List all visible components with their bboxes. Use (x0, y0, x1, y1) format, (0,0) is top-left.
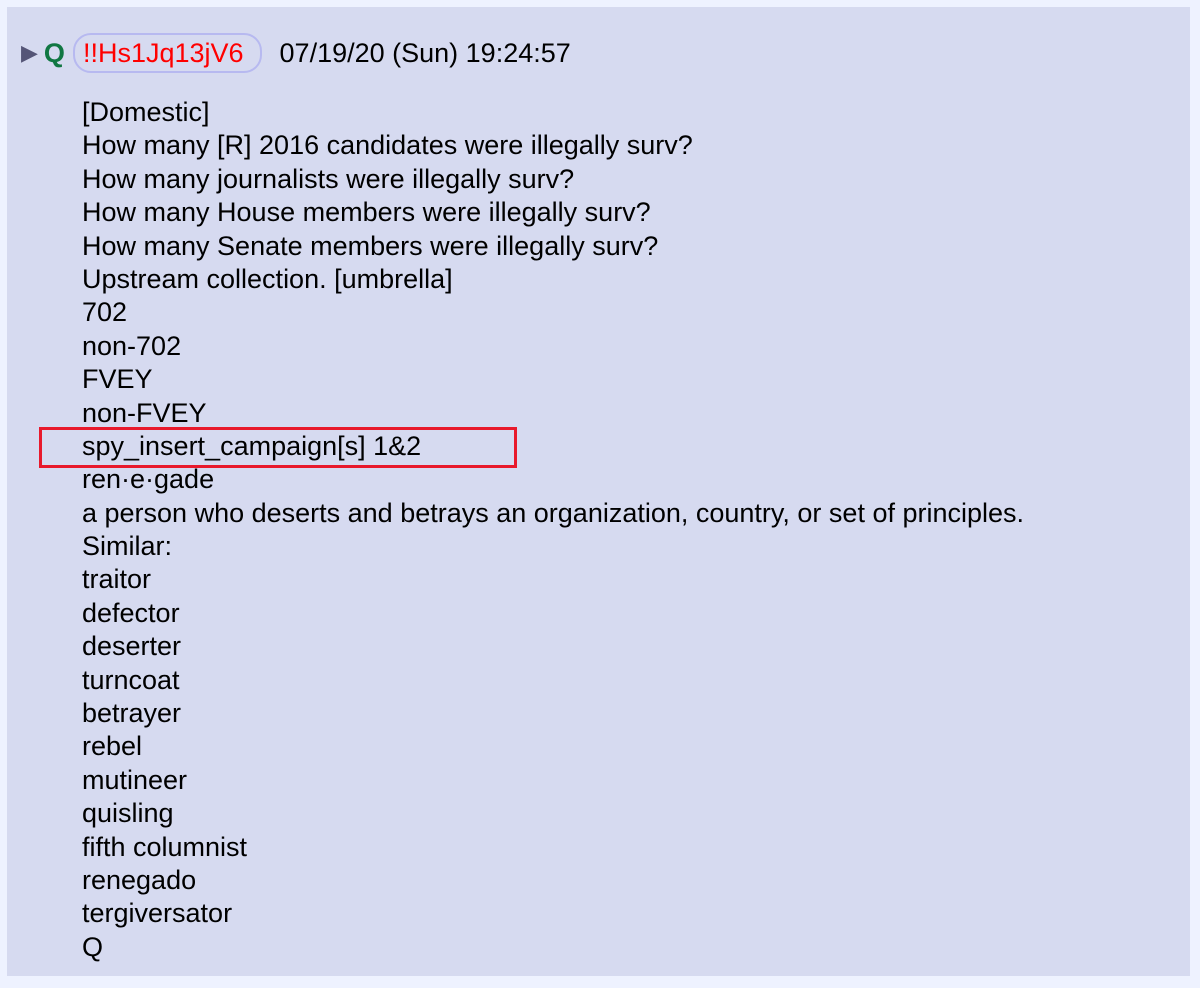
highlight-box (39, 427, 517, 468)
post-line: non-702 (82, 330, 182, 361)
post-line: quisling (82, 798, 174, 829)
poster-name: Q (43, 37, 65, 68)
post-body: [Domestic] How many [R] 2016 candidates w… (82, 96, 1024, 964)
post-timestamp: 07/19/20 (Sun) 19:24:57 (279, 37, 571, 68)
post-line: [Domestic] (82, 97, 210, 127)
expand-arrow-icon[interactable]: ▶ (21, 40, 38, 66)
post-line: ren·e·gade (82, 464, 215, 495)
post-line: rebel (82, 731, 143, 762)
post-container: ▶ Q !!Hs1Jq13jV6 07/19/20 (Sun) 19:24:57… (7, 7, 1190, 976)
post-line: deserter (82, 631, 182, 662)
post-line: How many [R] 2016 candidates were illega… (82, 130, 693, 161)
post-line: Q (82, 931, 104, 962)
post-line: a person who deserts and betrays an orga… (82, 497, 1025, 528)
tripcode: !!Hs1Jq13jV6 (72, 33, 262, 73)
post-line: turncoat (82, 664, 180, 695)
post-line: defector (82, 597, 180, 628)
post-line: How many House members were illegally su… (82, 197, 651, 228)
post-line: 702 (82, 297, 128, 328)
post-line: renegado (82, 864, 197, 895)
post-line: How many Senate members were illegally s… (82, 230, 659, 261)
post-line: non-FVEY (82, 397, 207, 428)
post-line: How many journalists were illegally surv… (82, 163, 575, 194)
post-header: ▶ Q !!Hs1Jq13jV6 07/19/20 (Sun) 19:24:57 (21, 33, 571, 73)
post-line: mutineer (82, 764, 188, 795)
post-line: tergiversator (82, 898, 233, 929)
post-line: fifth columnist (82, 831, 248, 862)
post-line: Upstream collection. [umbrella] (82, 263, 453, 294)
post-line: Similar: (82, 531, 173, 562)
post-line: traitor (82, 564, 152, 595)
post-line: FVEY (82, 364, 153, 395)
post-line: betrayer (82, 698, 182, 729)
